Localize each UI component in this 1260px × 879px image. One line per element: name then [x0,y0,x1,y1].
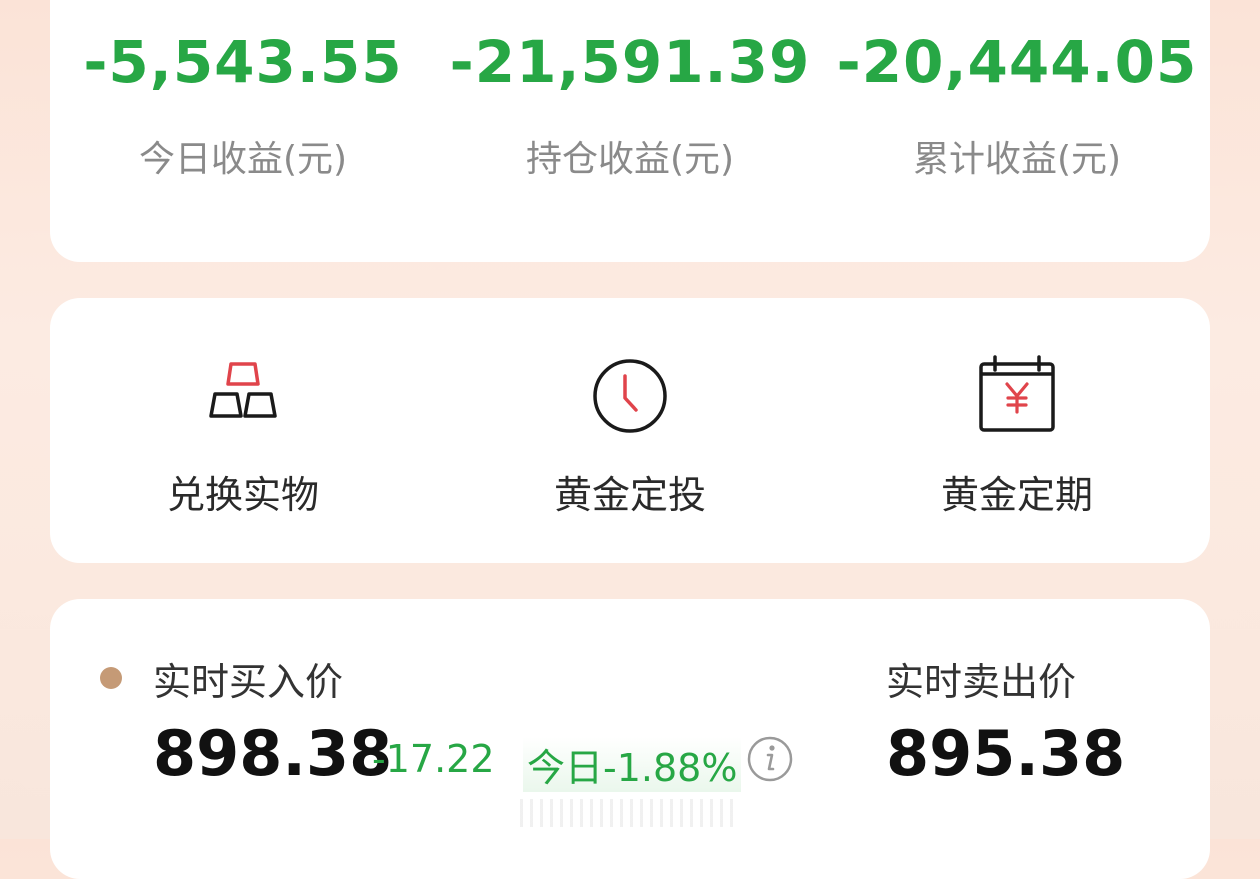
buy-price-value: 898.38 [153,717,393,790]
scroll-indicator [520,799,740,827]
cumulative-earnings-label: 累计收益(元) [912,139,1122,180]
exchange-physical-button[interactable]: 兑换实物 [50,298,436,563]
gold-fixed-term-label: 黄金定期 [940,473,1093,517]
cumulative-earnings-value: -20,444.05 [836,28,1198,96]
today-change-percent: 今日-1.88% [523,737,742,792]
buy-price-change: -17.22 [372,737,495,781]
info-icon[interactable] [746,735,794,783]
holding-earnings-label: 持仓收益(元) [525,139,735,180]
today-earnings-value: -5,543.55 [83,28,403,96]
gold-auto-invest-button[interactable]: 黄金定投 [437,298,823,563]
today-earnings-label: 今日收益(元) [138,139,348,180]
clock-icon [593,359,667,433]
sell-price-label: 实时卖出价 [886,660,1077,704]
realtime-price-card: 实时买入价 898.38 -17.22 今日-1.88% 实时卖出价 895.3… [50,599,1210,879]
status-dot [100,667,122,689]
sell-price-value: 895.38 [886,717,1126,790]
exchange-physical-label: 兑换实物 [166,473,319,517]
gold-fixed-term-button[interactable]: 黄金定期 [824,298,1210,563]
buy-price-label: 实时买入价 [153,660,344,704]
quick-actions-card: 兑换实物 黄金定投 黄金定期 [50,298,1210,563]
holding-earnings-value: -21,591.39 [449,28,811,96]
earnings-summary-card: -5,543.55 今日收益(元) -21,591.39 持仓收益(元) -20… [50,0,1210,262]
gold-bars-icon [209,362,277,418]
calendar-yen-icon [979,355,1055,432]
gold-auto-invest-label: 黄金定投 [553,473,706,517]
